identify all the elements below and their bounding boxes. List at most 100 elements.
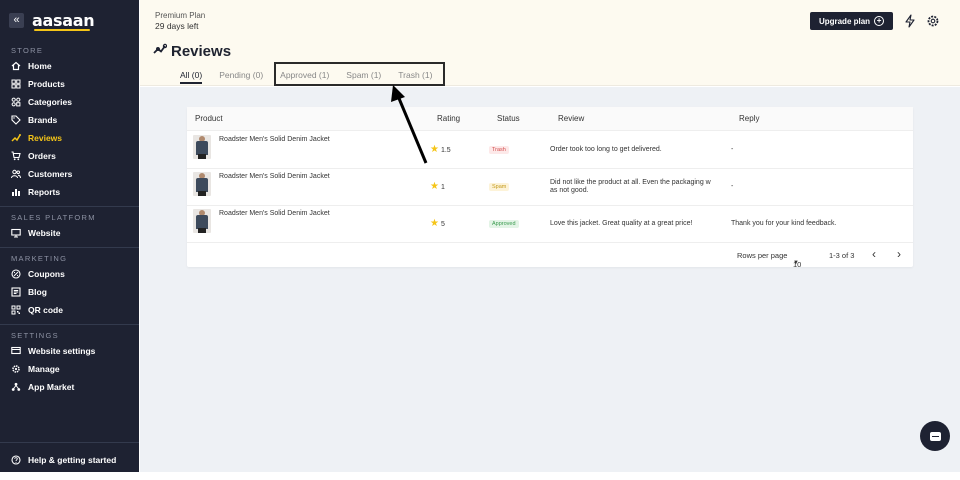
sidebar-item-label: Reports	[28, 187, 61, 197]
sidebar-item-label: Home	[28, 61, 52, 71]
status-badge-trash: Trash	[489, 146, 509, 154]
reviews-icon	[11, 133, 21, 143]
aasaan-logo[interactable]: aasaan	[32, 11, 95, 31]
sidebar-item-help[interactable]: Help & getting started	[0, 451, 139, 469]
product-name[interactable]: Roadster Men's Solid Denim Jacket	[219, 173, 330, 180]
table-row[interactable]: Roadster Men's Solid Denim Jacket ★ 5 App…	[187, 206, 913, 243]
prev-page-button[interactable]: ‹	[872, 247, 876, 261]
sidebar-item-label: Manage	[28, 364, 60, 374]
sidebar-item-label: Categories	[28, 97, 72, 107]
next-page-button[interactable]: ›	[897, 247, 901, 261]
product-name[interactable]: Roadster Men's Solid Denim Jacket	[219, 136, 330, 143]
section-title-store: STORE	[11, 46, 44, 55]
sidebar-item-label: Help & getting started	[28, 455, 117, 465]
sidebar-item-blog[interactable]: Blog	[0, 283, 139, 301]
sidebar-item-label: Brands	[28, 115, 58, 125]
reviews-title-icon	[153, 42, 168, 60]
cart-icon	[11, 151, 21, 161]
sidebar-item-coupons[interactable]: Coupons	[0, 265, 139, 283]
column-header-review: Review	[558, 114, 585, 123]
review-text: Did not like the product at all. Even th…	[550, 179, 711, 194]
brand-bar: « aasaan	[0, 0, 139, 40]
star-icon: ★	[430, 144, 439, 155]
rows-per-page-label: Rows per page	[737, 251, 788, 260]
caret-down-icon: ▼	[793, 260, 799, 266]
upgrade-plan-label: Upgrade plan	[818, 16, 871, 26]
status-badge: Trash	[489, 146, 509, 154]
status-badge: Approved	[489, 220, 519, 228]
product-thumbnail[interactable]	[193, 209, 211, 233]
users-icon	[11, 169, 21, 179]
sidebar-item-home[interactable]: Home	[0, 57, 139, 75]
tab-all[interactable]: All (0)	[180, 70, 203, 84]
review-line: as not good.	[550, 187, 589, 194]
main-content: Product Rating Status Review Reply Roads…	[140, 87, 960, 472]
sidebar-item-customers[interactable]: Customers	[0, 165, 139, 183]
bar-chart-icon	[11, 187, 21, 197]
reply-text: -	[731, 146, 734, 153]
sidebar-item-categories[interactable]: Categories	[0, 93, 139, 111]
chat-icon	[929, 431, 941, 441]
sidebar-item-brands[interactable]: Brands	[0, 111, 139, 129]
blog-icon	[11, 287, 21, 297]
product-name[interactable]: Roadster Men's Solid Denim Jacket	[219, 210, 330, 217]
sidebar-item-app-market[interactable]: App Market	[0, 378, 139, 396]
status-badge-approved: Approved	[489, 220, 519, 228]
review-text: Order took too long to get delivered.	[550, 146, 662, 153]
sidebar-item-orders[interactable]: Orders	[0, 147, 139, 165]
plus-circle-icon: +	[874, 16, 885, 26]
sidebar: « aasaan STORE Home Products Categories …	[0, 0, 139, 472]
sidebar-item-website[interactable]: Website	[0, 224, 139, 242]
rating-number: 1.5	[440, 146, 451, 154]
product-thumbnail[interactable]	[193, 135, 211, 159]
lightning-icon[interactable]	[903, 14, 917, 28]
table-pagination: Rows per page 10 ▼ 1-3 of 3 ‹ ›	[187, 242, 913, 269]
section-title-marketing: MARKETING	[11, 254, 68, 263]
settings-gear-icon[interactable]	[926, 14, 940, 28]
upgrade-plan-button[interactable]: Upgrade plan +	[810, 12, 893, 30]
section-title-sales-platform: SALES PLATFORM	[11, 213, 96, 222]
plan-days-left: 29 days left	[155, 21, 199, 31]
sidebar-item-reports[interactable]: Reports	[0, 183, 139, 201]
page-title-area: Reviews	[153, 42, 231, 60]
rating-value: ★ 1	[430, 182, 445, 192]
website-settings-icon	[11, 346, 21, 356]
product-thumbnail[interactable]	[193, 172, 211, 196]
page-header: Premium Plan 29 days left Upgrade plan +…	[140, 0, 960, 86]
sidebar-divider	[0, 206, 139, 207]
reviews-table-card: Product Rating Status Review Reply Roads…	[187, 107, 913, 269]
sidebar-divider	[0, 324, 139, 325]
sidebar-footer: Help & getting started	[0, 442, 139, 469]
review-text: Love this jacket. Great quality at a gre…	[550, 220, 693, 227]
status-badge-spam: Spam	[489, 183, 510, 191]
section-title-settings: SETTINGS	[11, 331, 59, 340]
tag-icon	[11, 115, 21, 125]
table-row[interactable]: Roadster Men's Solid Denim Jacket ★ 1.5 T…	[187, 132, 913, 169]
home-icon	[11, 61, 21, 71]
sidebar-item-label: Reviews	[28, 133, 63, 143]
column-header-status: Status	[497, 114, 520, 123]
tab-pending[interactable]: Pending (0)	[219, 70, 263, 80]
reply-text: -	[731, 183, 734, 190]
column-header-rating: Rating	[437, 114, 461, 123]
sidebar-item-label: Orders	[28, 151, 56, 161]
help-icon	[11, 455, 21, 465]
collapse-sidebar-button[interactable]: «	[9, 12, 24, 28]
sidebar-item-label: Coupons	[28, 269, 65, 279]
app-market-icon	[11, 382, 21, 392]
tabs-highlight-box	[274, 62, 445, 86]
sidebar-item-products[interactable]: Products	[0, 75, 139, 93]
sidebar-item-label: QR code	[28, 305, 63, 315]
sidebar-item-label: Website	[28, 228, 61, 238]
sidebar-item-manage[interactable]: Manage	[0, 360, 139, 378]
table-row[interactable]: Roadster Men's Solid Denim Jacket ★ 1 Spa…	[187, 169, 913, 206]
chat-button[interactable]	[920, 421, 950, 451]
status-badge: Spam	[489, 183, 510, 191]
sidebar-item-qr-code[interactable]: QR code	[0, 301, 139, 319]
rating-number: 5	[440, 220, 445, 228]
sidebar-item-reviews[interactable]: Reviews	[0, 129, 139, 147]
page-range: 1-3 of 3	[829, 251, 855, 260]
sidebar-item-website-settings[interactable]: Website settings	[0, 342, 139, 360]
monitor-icon	[11, 228, 21, 238]
plan-name: Premium Plan	[155, 11, 206, 20]
